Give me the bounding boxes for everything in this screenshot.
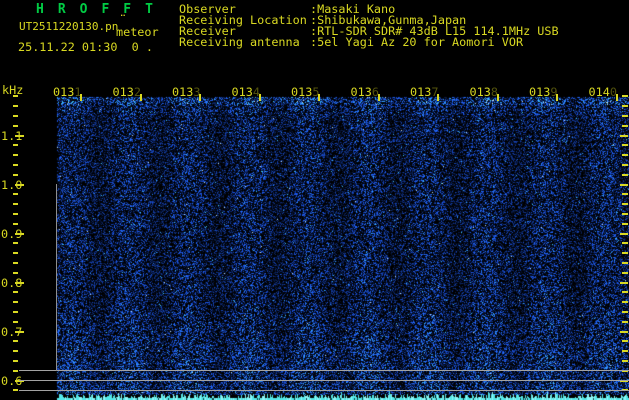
freq-minor-tick-left — [13, 203, 18, 206]
output-filename: UT2511220130.pn — [19, 20, 119, 33]
freq-minor-tick-left — [13, 369, 18, 372]
freq-major-tick-left — [15, 134, 24, 137]
freq-minor-tick-right — [622, 310, 628, 313]
time-axis-label: 0134 — [231, 85, 260, 99]
freq-minor-tick-left — [13, 95, 18, 98]
time-minute-tick — [615, 94, 618, 101]
time-minute-tick — [199, 94, 201, 101]
freq-minor-tick-left — [13, 301, 18, 304]
freq-minor-tick-right — [622, 124, 628, 127]
freq-minor-tick-right — [622, 114, 628, 117]
freq-minor-tick-left — [13, 212, 18, 215]
time-minute-tick — [80, 94, 82, 101]
time-axis-label: 0131 — [53, 85, 82, 99]
freq-minor-tick-right — [622, 193, 628, 196]
freq-minor-tick-left — [13, 359, 18, 362]
plot-left-edge-marker-line — [56, 184, 57, 371]
time-minute-tick — [437, 94, 439, 101]
time-axis-label: 0132 — [112, 85, 141, 99]
freq-minor-tick-left — [13, 271, 18, 274]
time-minute-tick — [496, 94, 499, 101]
freq-minor-tick-left — [13, 242, 18, 245]
receiving-antenna-value: :5el Yagi Az 20 for Aomori VOR — [310, 35, 524, 49]
freq-minor-tick-right — [622, 173, 628, 176]
freq-minor-tick-left — [13, 252, 18, 255]
freq-minor-tick-left — [13, 340, 18, 343]
freq-major-tick-left — [15, 330, 24, 333]
freq-minor-tick-right — [622, 291, 628, 294]
freq-minor-tick-right — [622, 163, 628, 166]
freq-minor-tick-left — [13, 193, 18, 196]
freq-minor-tick-left — [13, 261, 18, 264]
freq-major-tick-right — [620, 183, 628, 186]
freq-minor-tick-left — [13, 154, 18, 157]
freq-minor-tick-right — [622, 222, 628, 225]
freq-minor-tick-left — [13, 320, 18, 323]
datetime-line: 25.11.22 01:30 0 . — [18, 40, 153, 54]
freq-minor-tick-right — [622, 212, 628, 215]
band-marker-line-lower — [19, 390, 629, 391]
time-minute-tick — [139, 94, 142, 101]
freq-minor-tick-left — [13, 105, 18, 108]
freq-minor-tick-right — [622, 242, 628, 245]
freq-major-tick-right — [620, 330, 628, 333]
observation-mode-label: meteor — [116, 25, 159, 39]
receiving-antenna-label: Receiving antenna — [179, 35, 300, 49]
freq-major-tick-left — [15, 232, 24, 235]
time-axis-label: 0140 — [588, 85, 617, 99]
freq-minor-tick-left — [13, 124, 18, 127]
freq-minor-tick-left — [13, 291, 18, 294]
time-axis-label: 0139 — [529, 85, 558, 99]
freq-minor-tick-right — [622, 350, 628, 353]
hrofft-output-image: HROFFT UT2511220130.pn ¨ meteor 25.11.22… — [0, 0, 629, 400]
freq-major-tick-left — [15, 281, 24, 284]
freq-minor-tick-right — [622, 320, 628, 323]
freq-minor-tick-right — [622, 95, 628, 98]
freq-minor-tick-left — [13, 389, 18, 392]
freq-major-tick-right — [620, 281, 628, 284]
freq-minor-tick-right — [622, 359, 628, 362]
time-axis-label: 0136 — [350, 85, 379, 99]
freq-minor-tick-left — [13, 173, 18, 176]
freq-minor-tick-left — [13, 144, 18, 147]
time-minute-tick — [556, 94, 558, 101]
freq-minor-tick-left — [13, 350, 18, 353]
time-axis-label: 0133 — [172, 85, 201, 99]
freq-minor-tick-left — [13, 310, 18, 313]
freq-minor-tick-right — [622, 261, 628, 264]
freq-minor-tick-right — [622, 105, 628, 108]
freq-major-tick-right — [620, 232, 628, 235]
freq-minor-tick-right — [622, 154, 628, 157]
time-axis-label: 0137 — [410, 85, 439, 99]
time-minute-tick — [258, 94, 261, 101]
freq-minor-tick-right — [622, 340, 628, 343]
freq-minor-tick-right — [622, 203, 628, 206]
freq-minor-tick-left — [13, 222, 18, 225]
time-axis-label: 0138 — [469, 85, 498, 99]
spectrogram-noise-field — [55, 87, 629, 400]
time-minute-tick — [318, 94, 320, 101]
freq-minor-tick-right — [622, 271, 628, 274]
band-marker-line-upper — [19, 370, 629, 371]
freq-major-tick-left — [15, 183, 24, 186]
band-marker-line-middle — [19, 380, 629, 381]
time-minute-tick — [377, 94, 380, 101]
freq-minor-tick-left — [13, 114, 18, 117]
app-title: HROFFT — [36, 2, 167, 17]
time-axis-label: 0135 — [291, 85, 320, 99]
freq-major-tick-right — [620, 134, 628, 137]
freq-minor-tick-right — [622, 252, 628, 255]
freq-minor-tick-right — [622, 301, 628, 304]
freq-minor-tick-left — [13, 163, 18, 166]
freq-minor-tick-right — [622, 144, 628, 147]
